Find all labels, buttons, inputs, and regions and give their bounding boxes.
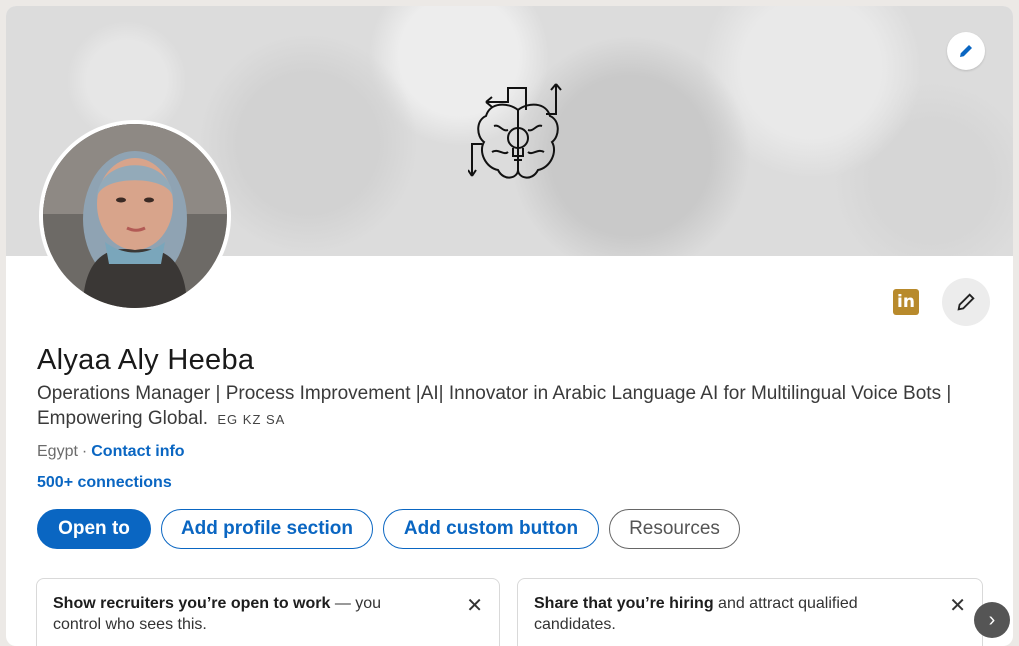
close-icon[interactable]: ✕: [466, 593, 483, 618]
add-profile-section-button[interactable]: Add profile section: [161, 509, 373, 549]
edit-profile-button[interactable]: [942, 278, 990, 326]
location-text: Egypt: [37, 443, 78, 460]
linkedin-icon[interactable]: in: [893, 289, 919, 315]
resources-button[interactable]: Resources: [609, 509, 740, 549]
country-flags: EG KZ SA: [217, 412, 286, 427]
promo-text[interactable]: Share that you’re hiring and attract qua…: [534, 593, 904, 635]
add-custom-button[interactable]: Add custom button: [383, 509, 599, 549]
profile-name: Alyaa Aly Heeba: [37, 344, 255, 376]
open-to-button[interactable]: Open to: [37, 509, 151, 549]
headline-text: Operations Manager | Process Improvement…: [37, 383, 952, 429]
avatar[interactable]: [39, 120, 231, 312]
promo-title: Share that you’re hiring: [534, 595, 714, 612]
pencil-icon: [960, 45, 972, 57]
close-icon[interactable]: ✕: [949, 593, 966, 618]
profile-actions: Open to Add profile section Add custom b…: [37, 509, 740, 549]
edit-banner-button[interactable]: [947, 32, 985, 70]
pencil-icon: [957, 293, 975, 311]
brain-lightbulb-icon: [468, 83, 562, 179]
separator: ·: [81, 443, 88, 460]
location-line: Egypt · Contact info: [37, 443, 185, 461]
chevron-right-icon[interactable]: ›: [974, 602, 1010, 638]
profile-photo: [43, 124, 227, 308]
profile-card: in Alyaa Aly Heeba Operations Manager | …: [6, 6, 1013, 646]
profile-headline: Operations Manager | Process Improvement…: [37, 381, 967, 432]
connections-link[interactable]: 500+ connections: [37, 474, 172, 492]
promo-text[interactable]: Show recruiters you’re open to work — yo…: [53, 593, 423, 635]
contact-info-link[interactable]: Contact info: [91, 443, 184, 460]
promo-title: Show recruiters you’re open to work: [53, 595, 331, 612]
